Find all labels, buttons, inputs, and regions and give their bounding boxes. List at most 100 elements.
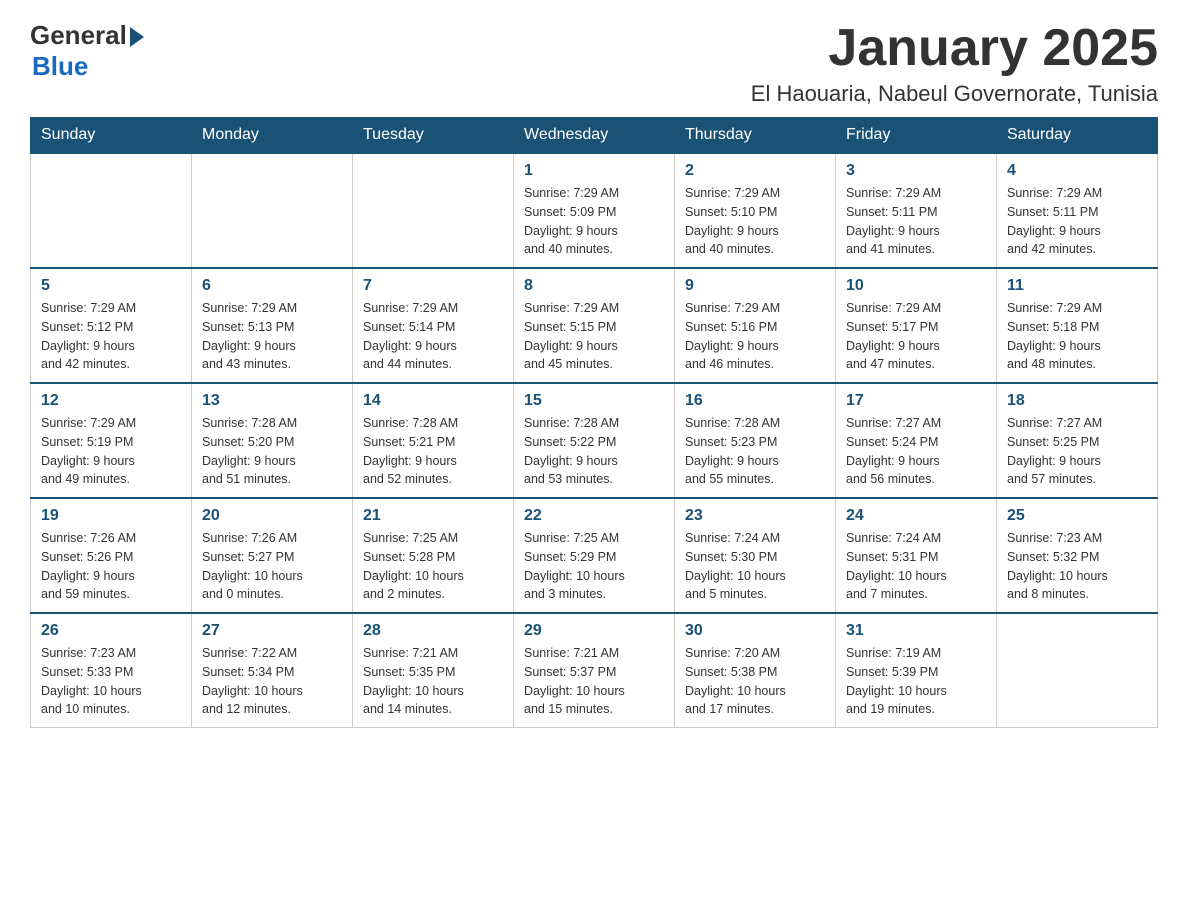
weekday-header-wednesday: Wednesday [514,118,675,154]
calendar-cell: 31 Sunrise: 7:19 AM Sunset: 5:39 PM Dayli… [836,613,997,728]
day-number: 26 [41,622,181,640]
calendar-cell: 20 Sunrise: 7:26 AM Sunset: 5:27 PM Dayli… [192,498,353,613]
day-info: Sunrise: 7:20 AM Sunset: 5:38 PM Dayligh… [685,644,825,719]
day-info: Sunrise: 7:25 AM Sunset: 5:29 PM Dayligh… [524,529,664,604]
day-number: 16 [685,392,825,410]
calendar-cell: 11 Sunrise: 7:29 AM Sunset: 5:18 PM Dayli… [997,268,1158,383]
month-title: January 2025 [751,20,1158,77]
weekday-header-monday: Monday [192,118,353,154]
weekday-header-saturday: Saturday [997,118,1158,154]
day-number: 21 [363,507,503,525]
day-info: Sunrise: 7:22 AM Sunset: 5:34 PM Dayligh… [202,644,342,719]
calendar-cell: 2Sunrise: 7:29 AM Sunset: 5:10 PM Daylig… [675,153,836,268]
day-info: Sunrise: 7:29 AM Sunset: 5:19 PM Dayligh… [41,414,181,489]
calendar-cell: 13Sunrise: 7:28 AM Sunset: 5:20 PM Dayli… [192,383,353,498]
day-number: 6 [202,277,342,295]
calendar-cell: 16 Sunrise: 7:28 AM Sunset: 5:23 PM Dayli… [675,383,836,498]
calendar-cell: 28 Sunrise: 7:21 AM Sunset: 5:35 PM Dayli… [353,613,514,728]
calendar-cell: 17Sunrise: 7:27 AM Sunset: 5:24 PM Dayli… [836,383,997,498]
calendar-cell: 26 Sunrise: 7:23 AM Sunset: 5:33 PM Dayli… [31,613,192,728]
calendar-cell: 5Sunrise: 7:29 AM Sunset: 5:12 PM Daylig… [31,268,192,383]
calendar-cell: 4 Sunrise: 7:29 AM Sunset: 5:11 PM Daylig… [997,153,1158,268]
calendar-cell: 9Sunrise: 7:29 AM Sunset: 5:16 PM Daylig… [675,268,836,383]
calendar-cell: 27 Sunrise: 7:22 AM Sunset: 5:34 PM Dayli… [192,613,353,728]
day-info: Sunrise: 7:26 AM Sunset: 5:26 PM Dayligh… [41,529,181,604]
day-info: Sunrise: 7:25 AM Sunset: 5:28 PM Dayligh… [363,529,503,604]
day-number: 11 [1007,277,1147,295]
calendar-cell: 10 Sunrise: 7:29 AM Sunset: 5:17 PM Dayli… [836,268,997,383]
calendar-cell: 14 Sunrise: 7:28 AM Sunset: 5:21 PM Dayli… [353,383,514,498]
day-number: 17 [846,392,986,410]
page-header: General Blue January 2025 El Haouaria, N… [30,20,1158,107]
week-row-5: 26 Sunrise: 7:23 AM Sunset: 5:33 PM Dayli… [31,613,1158,728]
day-info: Sunrise: 7:29 AM Sunset: 5:09 PM Dayligh… [524,184,664,259]
calendar-cell: 29 Sunrise: 7:21 AM Sunset: 5:37 PM Dayli… [514,613,675,728]
day-info: Sunrise: 7:29 AM Sunset: 5:11 PM Dayligh… [1007,184,1147,259]
calendar-cell: 21 Sunrise: 7:25 AM Sunset: 5:28 PM Dayli… [353,498,514,613]
calendar-cell: 3 Sunrise: 7:29 AM Sunset: 5:11 PM Daylig… [836,153,997,268]
weekday-header-tuesday: Tuesday [353,118,514,154]
calendar-header-row: SundayMondayTuesdayWednesdayThursdayFrid… [31,118,1158,154]
day-info: Sunrise: 7:27 AM Sunset: 5:25 PM Dayligh… [1007,414,1147,489]
day-number: 13 [202,392,342,410]
day-number: 23 [685,507,825,525]
day-number: 20 [202,507,342,525]
title-section: January 2025 El Haouaria, Nabeul Governo… [751,20,1158,107]
day-number: 12 [41,392,181,410]
day-info: Sunrise: 7:29 AM Sunset: 5:11 PM Dayligh… [846,184,986,259]
week-row-2: 5Sunrise: 7:29 AM Sunset: 5:12 PM Daylig… [31,268,1158,383]
day-number: 18 [1007,392,1147,410]
day-info: Sunrise: 7:28 AM Sunset: 5:23 PM Dayligh… [685,414,825,489]
day-number: 3 [846,162,986,180]
calendar-cell [192,153,353,268]
day-number: 9 [685,277,825,295]
day-number: 10 [846,277,986,295]
logo: General Blue [30,20,144,82]
logo-blue-text: Blue [32,51,88,82]
day-info: Sunrise: 7:21 AM Sunset: 5:35 PM Dayligh… [363,644,503,719]
day-number: 31 [846,622,986,640]
calendar-cell: 8 Sunrise: 7:29 AM Sunset: 5:15 PM Daylig… [514,268,675,383]
day-info: Sunrise: 7:29 AM Sunset: 5:13 PM Dayligh… [202,299,342,374]
logo-general-text: General [30,20,127,51]
day-info: Sunrise: 7:21 AM Sunset: 5:37 PM Dayligh… [524,644,664,719]
calendar-cell [31,153,192,268]
day-info: Sunrise: 7:24 AM Sunset: 5:30 PM Dayligh… [685,529,825,604]
day-number: 29 [524,622,664,640]
week-row-3: 12 Sunrise: 7:29 AM Sunset: 5:19 PM Dayli… [31,383,1158,498]
calendar-cell: 7Sunrise: 7:29 AM Sunset: 5:14 PM Daylig… [353,268,514,383]
day-info: Sunrise: 7:26 AM Sunset: 5:27 PM Dayligh… [202,529,342,604]
day-info: Sunrise: 7:23 AM Sunset: 5:33 PM Dayligh… [41,644,181,719]
weekday-header-thursday: Thursday [675,118,836,154]
calendar-cell: 1 Sunrise: 7:29 AM Sunset: 5:09 PM Daylig… [514,153,675,268]
week-row-1: 1 Sunrise: 7:29 AM Sunset: 5:09 PM Daylig… [31,153,1158,268]
day-info: Sunrise: 7:28 AM Sunset: 5:22 PM Dayligh… [524,414,664,489]
calendar-table: SundayMondayTuesdayWednesdayThursdayFrid… [30,117,1158,728]
calendar-cell: 19Sunrise: 7:26 AM Sunset: 5:26 PM Dayli… [31,498,192,613]
calendar-cell: 15Sunrise: 7:28 AM Sunset: 5:22 PM Dayli… [514,383,675,498]
day-info: Sunrise: 7:29 AM Sunset: 5:10 PM Dayligh… [685,184,825,259]
calendar-cell: 6 Sunrise: 7:29 AM Sunset: 5:13 PM Daylig… [192,268,353,383]
day-number: 8 [524,277,664,295]
day-number: 5 [41,277,181,295]
day-number: 4 [1007,162,1147,180]
day-number: 14 [363,392,503,410]
calendar-cell [997,613,1158,728]
logo-arrow-icon [130,27,144,47]
day-number: 27 [202,622,342,640]
day-number: 25 [1007,507,1147,525]
day-info: Sunrise: 7:29 AM Sunset: 5:18 PM Dayligh… [1007,299,1147,374]
day-info: Sunrise: 7:28 AM Sunset: 5:21 PM Dayligh… [363,414,503,489]
day-info: Sunrise: 7:29 AM Sunset: 5:15 PM Dayligh… [524,299,664,374]
day-number: 1 [524,162,664,180]
calendar-cell: 18 Sunrise: 7:27 AM Sunset: 5:25 PM Dayli… [997,383,1158,498]
day-number: 22 [524,507,664,525]
week-row-4: 19Sunrise: 7:26 AM Sunset: 5:26 PM Dayli… [31,498,1158,613]
day-info: Sunrise: 7:29 AM Sunset: 5:17 PM Dayligh… [846,299,986,374]
calendar-cell [353,153,514,268]
day-info: Sunrise: 7:24 AM Sunset: 5:31 PM Dayligh… [846,529,986,604]
calendar-cell: 30Sunrise: 7:20 AM Sunset: 5:38 PM Dayli… [675,613,836,728]
day-number: 24 [846,507,986,525]
day-number: 28 [363,622,503,640]
day-info: Sunrise: 7:19 AM Sunset: 5:39 PM Dayligh… [846,644,986,719]
